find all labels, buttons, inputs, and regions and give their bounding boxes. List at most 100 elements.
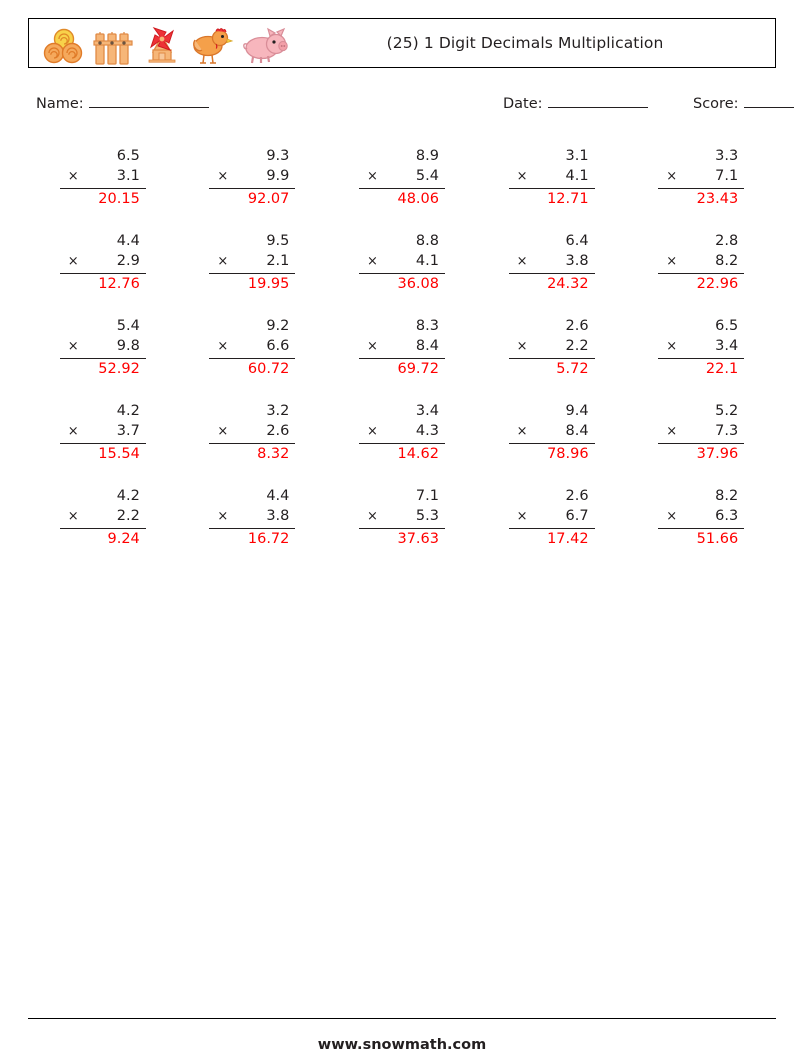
problem-cell: 3.4 × 4.3 14.62	[327, 401, 477, 486]
problem-cell: 4.2 × 3.7 15.54	[28, 401, 178, 486]
multiplication-operator: ×	[217, 254, 229, 269]
operand-top: 2.6	[565, 488, 589, 504]
operand-bottom: 3.7	[116, 423, 140, 439]
answer-value: 5.72	[556, 361, 589, 377]
answer-value: 19.95	[247, 276, 290, 292]
multiplication-operator: ×	[366, 509, 378, 524]
operand-bottom: 4.1	[415, 253, 439, 269]
multiplication-operator: ×	[516, 509, 528, 524]
problem-cell: 3.1 × 4.1 12.71	[477, 146, 627, 231]
score-label: Score:	[693, 96, 739, 112]
problem-cell: 9.5 × 2.1 19.95	[178, 231, 328, 316]
problem-cell: 8.9 × 5.4 48.06	[327, 146, 477, 231]
operand-top: 8.3	[415, 318, 439, 334]
multiplication-operator: ×	[217, 424, 229, 439]
problem-cell: 6.5 × 3.1 20.15	[28, 146, 178, 231]
hay-bales-icon	[43, 28, 83, 64]
problem-cell: 5.2 × 7.3 37.96	[626, 401, 776, 486]
operand-bottom: 2.2	[565, 338, 589, 354]
multiplication-operator: ×	[217, 339, 229, 354]
multiplication-operator: ×	[67, 509, 79, 524]
operand-top: 6.5	[715, 318, 739, 334]
problem-cell: 4.4 × 3.8 16.72	[178, 486, 328, 571]
problem-cell: 8.8 × 4.1 36.08	[327, 231, 477, 316]
operand-bottom: 7.3	[715, 423, 739, 439]
answer-value: 15.54	[98, 446, 140, 462]
operand-top: 4.4	[266, 488, 290, 504]
multiplication-operator: ×	[366, 169, 378, 184]
answer-value: 14.62	[397, 446, 439, 462]
multiplication-operator: ×	[67, 169, 79, 184]
operand-bottom: 7.1	[715, 168, 739, 184]
answer-value: 48.06	[397, 191, 439, 207]
operand-top: 3.3	[715, 148, 739, 164]
operand-bottom: 8.4	[565, 423, 589, 439]
operand-bottom: 3.1	[116, 168, 140, 184]
operand-top: 8.9	[415, 148, 439, 164]
footer-divider	[28, 1018, 776, 1019]
answer-value: 92.07	[247, 191, 290, 207]
page-title: (25) 1 Digit Decimals Multiplication	[386, 34, 664, 52]
operand-top: 8.2	[715, 488, 739, 504]
page-footer: www.snowmath.com	[28, 1018, 776, 1053]
multiplication-operator: ×	[516, 339, 528, 354]
date-label: Date:	[503, 96, 543, 112]
date-field[interactable]: Date:	[503, 94, 648, 112]
operand-top: 5.4	[116, 318, 140, 334]
operand-bottom: 2.2	[116, 508, 140, 524]
operand-bottom: 8.4	[415, 338, 439, 354]
chicken-icon	[193, 28, 234, 64]
multiplication-operator: ×	[516, 169, 528, 184]
date-input-blank[interactable]	[547, 94, 648, 108]
answer-value: 36.08	[397, 276, 439, 292]
operand-top: 8.8	[415, 233, 439, 249]
operand-top: 2.8	[715, 233, 739, 249]
operand-top: 9.2	[266, 318, 290, 334]
operand-top: 2.6	[565, 318, 589, 334]
multiplication-operator: ×	[666, 339, 678, 354]
problem-cell: 6.4 × 3.8 24.32	[477, 231, 627, 316]
score-input-blank[interactable]	[743, 94, 794, 108]
answer-value: 52.92	[98, 361, 140, 377]
multiplication-operator: ×	[366, 424, 378, 439]
score-field[interactable]: Score:	[693, 94, 794, 112]
multiplication-operator: ×	[516, 254, 528, 269]
operand-top: 3.2	[266, 403, 290, 419]
answer-value: 16.72	[247, 531, 290, 547]
operand-top: 6.5	[116, 148, 140, 164]
answer-value: 78.96	[547, 446, 589, 462]
answer-value: 22.96	[696, 276, 739, 292]
operand-bottom: 2.9	[116, 253, 140, 269]
pig-icon	[243, 27, 288, 64]
multiplication-operator: ×	[67, 424, 79, 439]
operand-bottom: 8.2	[715, 253, 739, 269]
name-field[interactable]: Name:	[36, 94, 209, 112]
operand-top: 9.4	[565, 403, 589, 419]
answer-value: 24.32	[547, 276, 589, 292]
answer-value: 17.42	[547, 531, 589, 547]
fence-icon	[93, 32, 133, 65]
operand-bottom: 5.4	[415, 168, 439, 184]
name-input-blank[interactable]	[88, 94, 209, 108]
farm-icon-strip	[29, 20, 289, 66]
problem-cell: 2.6 × 2.2 5.72	[477, 316, 627, 401]
answer-value: 37.96	[696, 446, 739, 462]
problem-cell: 9.3 × 9.9 92.07	[178, 146, 328, 231]
operand-bottom: 3.4	[715, 338, 739, 354]
operand-bottom: 6.3	[715, 508, 739, 524]
multiplication-operator: ×	[366, 254, 378, 269]
name-label: Name:	[36, 96, 84, 112]
answer-value: 23.43	[696, 191, 739, 207]
problem-cell: 2.8 × 8.2 22.96	[626, 231, 776, 316]
operand-bottom: 3.8	[266, 508, 290, 524]
operand-bottom: 9.9	[266, 168, 290, 184]
operand-top: 3.1	[565, 148, 589, 164]
answer-value: 51.66	[696, 531, 739, 547]
problem-cell: 8.3 × 8.4 69.72	[327, 316, 477, 401]
operand-top: 9.5	[266, 233, 290, 249]
multiplication-operator: ×	[366, 339, 378, 354]
answer-value: 37.63	[397, 531, 439, 547]
operand-top: 4.4	[116, 233, 140, 249]
answer-value: 22.1	[705, 361, 739, 377]
operand-bottom: 5.3	[415, 508, 439, 524]
